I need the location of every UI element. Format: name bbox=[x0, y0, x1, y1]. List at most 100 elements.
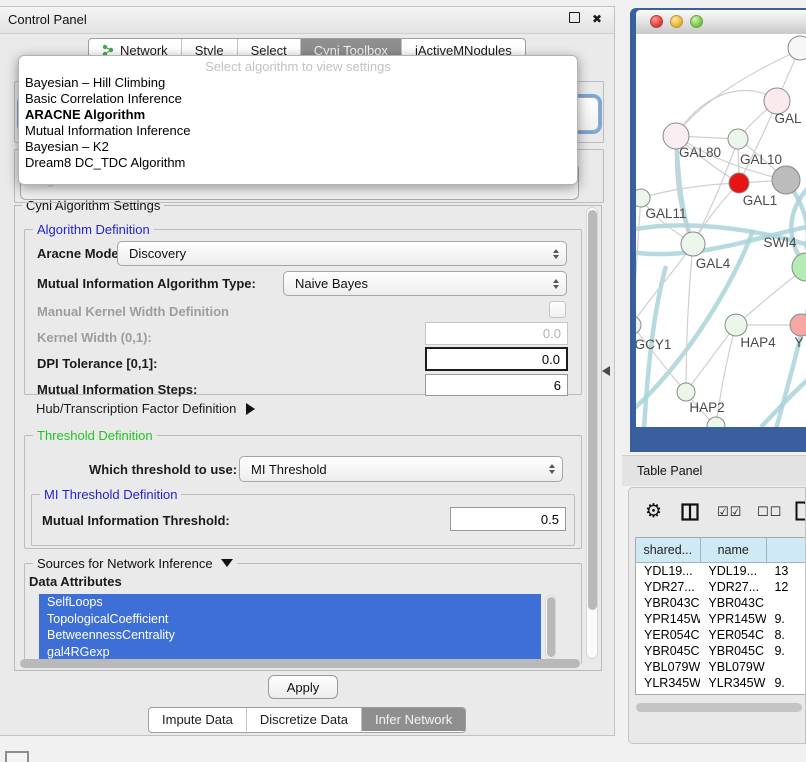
table-column-header[interactable]: shared... bbox=[636, 538, 701, 562]
network-node-hap4[interactable] bbox=[725, 314, 747, 336]
table-row[interactable]: YBR043CYBR043C bbox=[636, 595, 806, 611]
table-cell: YDR27... bbox=[700, 579, 766, 595]
zoom-traffic-light-icon[interactable] bbox=[690, 15, 703, 28]
algorithm-popup-items: Bayesian – Hill ClimbingBasic Correlatio… bbox=[19, 75, 577, 171]
select-all-icon[interactable]: ☑☑ bbox=[717, 504, 742, 520]
network-node-hap2[interactable] bbox=[677, 383, 695, 401]
manual-kernel-checkbox[interactable] bbox=[549, 301, 566, 318]
control-panel-titlebar[interactable]: Control Panel ✖ bbox=[0, 7, 614, 34]
table-cell: YDR27... bbox=[636, 579, 700, 595]
settings-vertical-scrollbar[interactable] bbox=[586, 207, 598, 659]
network-node-gal11[interactable] bbox=[636, 189, 650, 207]
network-node[interactable] bbox=[707, 417, 725, 427]
table-cell: YPR145W bbox=[700, 611, 766, 627]
data-attribute-item[interactable]: SelfLoops bbox=[39, 594, 541, 611]
sources-title[interactable]: Sources for Network Inference bbox=[33, 556, 237, 571]
dpi-tolerance-field[interactable]: 0.0 bbox=[425, 347, 568, 371]
table-row[interactable]: YER054CYER054C8. bbox=[636, 627, 806, 643]
mi-threshold-field[interactable]: 0.5 bbox=[450, 507, 566, 531]
float-window-icon[interactable] bbox=[569, 12, 580, 26]
table-row[interactable]: YBR045CYBR045C9. bbox=[636, 643, 806, 659]
mi-threshold-label: Mutual Information Threshold: bbox=[42, 513, 230, 528]
table-column-header[interactable] bbox=[767, 538, 806, 562]
network-node-gal1[interactable] bbox=[729, 173, 749, 193]
kernel-width-field[interactable]: 0.0 bbox=[425, 322, 568, 345]
algorithm-option[interactable]: Bayesian – Hill Climbing bbox=[19, 75, 577, 91]
network-edge[interactable] bbox=[686, 244, 693, 392]
dpi-tolerance-label: DPI Tolerance [0,1]: bbox=[37, 356, 157, 371]
apply-button[interactable]: Apply bbox=[268, 675, 338, 699]
node-label-hap2: HAP2 bbox=[689, 400, 724, 415]
table-row[interactable]: YLR345WYLR345W9. bbox=[636, 675, 806, 691]
gear-icon[interactable]: ⚙ bbox=[645, 502, 662, 522]
data-attribute-item[interactable]: gal4RGexp bbox=[39, 644, 541, 661]
minimize-traffic-light-icon[interactable] bbox=[670, 15, 683, 28]
deselect-all-icon[interactable]: ☐☐ bbox=[757, 504, 782, 520]
algorithm-option[interactable]: Dream8 DC_TDC Algorithm bbox=[19, 155, 577, 171]
table-body: YDL19...YDL19...13YDR27...YDR27...12YBR0… bbox=[636, 563, 806, 695]
table-panel-bar: Table Panel bbox=[622, 455, 806, 486]
threshold-definition-group: Threshold Definition Which threshold to … bbox=[24, 435, 582, 549]
table-cell: 9. bbox=[766, 643, 806, 659]
expand-arrow-icon[interactable] bbox=[246, 403, 255, 415]
attributes-scrollbar[interactable] bbox=[545, 595, 556, 659]
table-row[interactable]: YDL19...YDL19...13 bbox=[636, 563, 806, 579]
network-view-window: GALGAL80GAL10GAL1GAL11GAL4SWI4GCY1HAP4YH… bbox=[630, 8, 806, 452]
document-icon[interactable] bbox=[795, 501, 806, 521]
minimized-panel-icon[interactable] bbox=[5, 751, 29, 762]
tab-discretize-data[interactable]: Discretize Data bbox=[246, 708, 361, 731]
close-traffic-light-icon[interactable] bbox=[650, 15, 663, 28]
table-cell: 12 bbox=[766, 579, 806, 595]
mi-algorithm-type-combo[interactable]: Naive Bayes bbox=[283, 271, 567, 296]
network-node-y[interactable] bbox=[790, 314, 806, 336]
algorithm-definition-title: Algorithm Definition bbox=[33, 222, 154, 237]
node-label-hap4: HAP4 bbox=[740, 335, 776, 350]
network-node-gcy1[interactable] bbox=[636, 316, 641, 334]
aracne-mode-combo[interactable]: Discovery bbox=[117, 241, 567, 266]
table-cell: YER054C bbox=[700, 627, 766, 643]
table-row[interactable]: YBL079WYBL079W bbox=[636, 659, 806, 675]
which-threshold-combo[interactable]: MI Threshold bbox=[239, 456, 563, 482]
table-row[interactable]: YIL052CYIL052C9 bbox=[636, 691, 806, 695]
node-label-y: Y bbox=[794, 335, 803, 350]
network-canvas[interactable]: GALGAL80GAL10GAL1GAL11GAL4SWI4GCY1HAP4YH… bbox=[636, 34, 806, 427]
mi-steps-field[interactable]: 6 bbox=[425, 374, 568, 396]
table-cell: YBL079W bbox=[636, 659, 700, 675]
network-window-titlebar[interactable] bbox=[636, 10, 806, 35]
mi-threshold-group: MI Threshold Definition Mutual Informati… bbox=[31, 494, 575, 546]
table-cell: YBR043C bbox=[636, 595, 700, 611]
algorithm-option[interactable]: Mutual Information Inference bbox=[19, 123, 577, 139]
algorithm-option[interactable]: ARACNE Algorithm bbox=[19, 107, 577, 123]
settings-horizontal-scrollbar[interactable] bbox=[20, 659, 580, 668]
data-attribute-item[interactable]: TopologicalCoefficient bbox=[39, 611, 541, 628]
network-node-gal10[interactable] bbox=[728, 129, 748, 149]
network-node[interactable] bbox=[788, 36, 806, 60]
network-edge[interactable] bbox=[641, 183, 739, 198]
network-edge[interactable] bbox=[636, 198, 641, 325]
node-label-gcy1: GCY1 bbox=[636, 337, 671, 352]
network-node[interactable] bbox=[772, 166, 800, 194]
mouse-cursor bbox=[601, 365, 613, 377]
network-node-gal4[interactable] bbox=[681, 232, 705, 256]
table-row[interactable]: YPR145WYPR145W9. bbox=[636, 611, 806, 627]
hub-section-toggle[interactable]: Hub/Transcription Factor Definition bbox=[36, 401, 255, 416]
table-panel-window: ⚙ ☑☑ ☐☐ shared...name YDL19...YDL19...13… bbox=[628, 487, 806, 744]
close-icon[interactable]: ✖ bbox=[592, 12, 602, 26]
data-attribute-item[interactable]: BetweennessCentrality bbox=[39, 627, 541, 644]
tab-infer-network[interactable]: Infer Network bbox=[361, 708, 465, 731]
algorithm-popup: Select algorithm to view settings Bayesi… bbox=[18, 55, 578, 185]
table-column-header[interactable]: name bbox=[701, 538, 767, 562]
table-cell: YPR145W bbox=[636, 611, 700, 627]
threshold-definition-title: Threshold Definition bbox=[33, 428, 157, 443]
table-row[interactable]: YDR27...YDR27...12 bbox=[636, 579, 806, 595]
tab-impute-data[interactable]: Impute Data bbox=[149, 708, 246, 731]
collapse-arrow-icon[interactable] bbox=[221, 559, 233, 567]
columns-icon[interactable] bbox=[681, 503, 699, 521]
kernel-width-label: Kernel Width (0,1): bbox=[37, 330, 152, 345]
network-edge[interactable] bbox=[686, 325, 736, 392]
node-table[interactable]: shared...name YDL19...YDL19...13YDR27...… bbox=[635, 537, 806, 695]
table-cell: YLR345W bbox=[636, 675, 700, 691]
table-horizontal-scrollbar[interactable] bbox=[635, 703, 805, 712]
algorithm-option[interactable]: Bayesian – K2 bbox=[19, 139, 577, 155]
algorithm-option[interactable]: Basic Correlation Inference bbox=[19, 91, 577, 107]
